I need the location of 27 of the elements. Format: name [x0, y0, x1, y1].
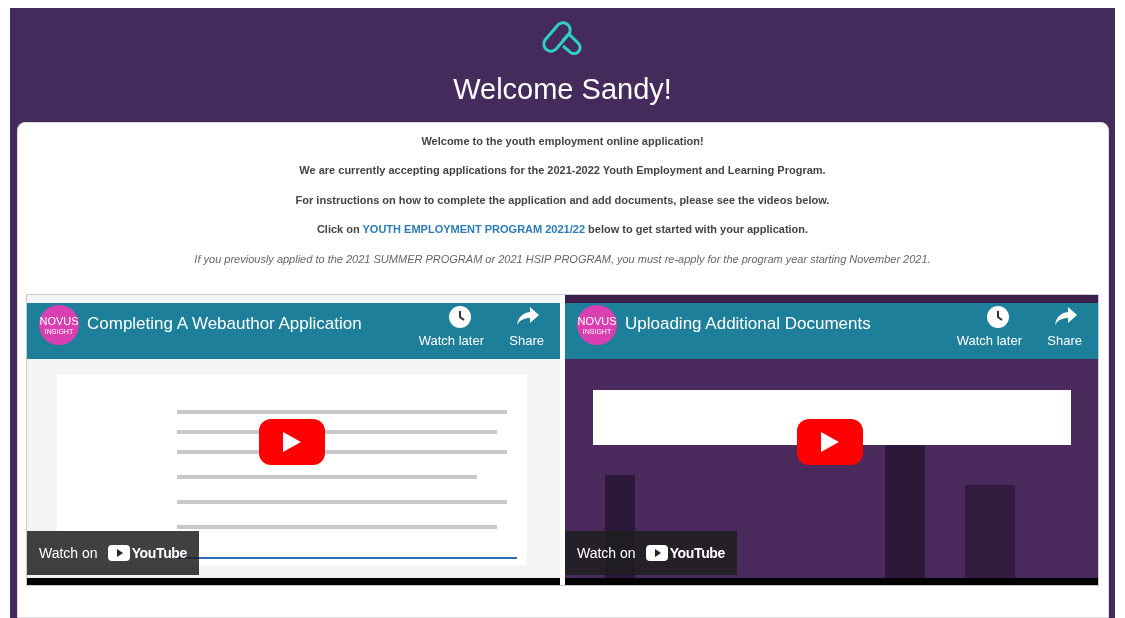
intro-text: For instructions on how to complete the application and add documents, please see the videos below.	[295, 192, 830, 208]
youtube-play-icon	[645, 545, 668, 561]
reapply-note: If you previously applied to the 2021 SUMMER PROGRAM or 2021 HSIP PROGRAM, you must re-apply for the program year starting November 2021.	[194, 251, 931, 267]
share-icon	[1054, 305, 1078, 327]
watch-later-button[interactable]: Watch later	[418, 331, 484, 351]
clock-icon	[448, 305, 472, 329]
intro-text: Welcome to the youth employment online application!	[421, 133, 704, 149]
welcome-title: Welcome Sandy!	[453, 72, 672, 107]
instruction-text: Click on YOUTH EMPLOYMENT PROGRAM 2021/22 below to get started with your application.	[316, 222, 809, 237]
play-button[interactable]	[797, 419, 863, 465]
play-icon	[821, 432, 839, 452]
channel-name: NOVUS	[39, 315, 79, 327]
share-icon	[516, 305, 540, 327]
intro-text: We are currently accepting applications for the 2021-2022 Youth Employment and Learning Program.	[299, 163, 826, 178]
share-button[interactable]: Share	[1047, 331, 1082, 351]
watch-on-youtube-button[interactable]: Watch on YouTube	[27, 531, 199, 575]
play-button[interactable]	[259, 419, 325, 465]
video-title[interactable]: Uploading Additional Documents	[625, 311, 871, 337]
watch-later-button[interactable]: Watch later	[956, 331, 1022, 351]
youtube-play-icon	[107, 545, 130, 561]
watch-on-youtube-button[interactable]: Watch on YouTube	[565, 531, 737, 575]
channel-name: NOVUS	[577, 315, 617, 327]
program-link[interactable]: YOUTH EMPLOYMENT PROGRAM 2021/22	[362, 223, 586, 235]
video-title[interactable]: Completing A Webauthor Application	[87, 311, 362, 337]
share-button[interactable]: Share	[509, 331, 544, 351]
play-icon	[283, 432, 301, 452]
clock-icon	[986, 305, 1010, 329]
